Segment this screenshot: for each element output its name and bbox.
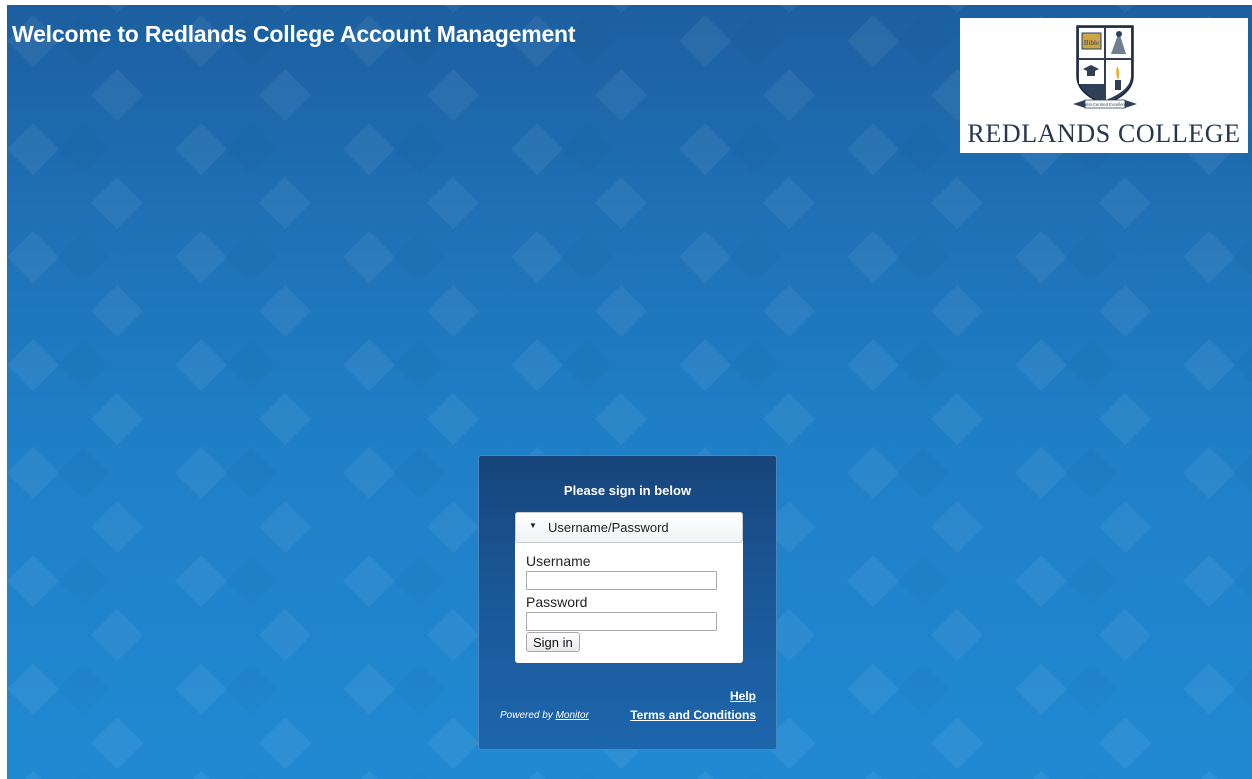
- password-label: Password: [526, 594, 588, 610]
- caret-down-icon: ▼: [529, 521, 537, 530]
- monitor-link[interactable]: Monitor: [556, 710, 589, 721]
- sign-in-button[interactable]: Sign in: [526, 632, 580, 652]
- username-input[interactable]: [526, 571, 717, 590]
- username-label: Username: [526, 553, 591, 569]
- powered-by-text: Powered by Monitor: [500, 710, 589, 721]
- svg-text:Christ-Centred Excellence: Christ-Centred Excellence: [1081, 102, 1130, 107]
- redlands-college-logo: Bible Christ-Centred Excellence REDLANDS…: [960, 18, 1248, 153]
- logo-wordmark: REDLANDS COLLEGE: [967, 119, 1241, 148]
- page-background: Welcome to Redlands College Account Mana…: [7, 5, 1252, 779]
- auth-method-section: ▼ Username/Password Username Password Si…: [515, 512, 743, 663]
- signin-heading: Please sign in below: [563, 483, 692, 498]
- auth-method-label: Username/Password: [548, 520, 669, 535]
- signin-panel: Please sign in below ▼ Username/Password…: [478, 455, 777, 750]
- terms-and-conditions-link[interactable]: Terms and Conditions: [630, 708, 756, 722]
- svg-text:Bible: Bible: [1084, 39, 1099, 47]
- school-crest-icon: Bible Christ-Centred Excellence: [1073, 25, 1137, 109]
- username-password-toggle[interactable]: ▼ Username/Password: [515, 512, 743, 543]
- powered-by-prefix: Powered by: [500, 710, 553, 721]
- help-link[interactable]: Help: [730, 689, 756, 703]
- password-input[interactable]: [526, 612, 717, 631]
- page-title: Welcome to Redlands College Account Mana…: [12, 21, 576, 47]
